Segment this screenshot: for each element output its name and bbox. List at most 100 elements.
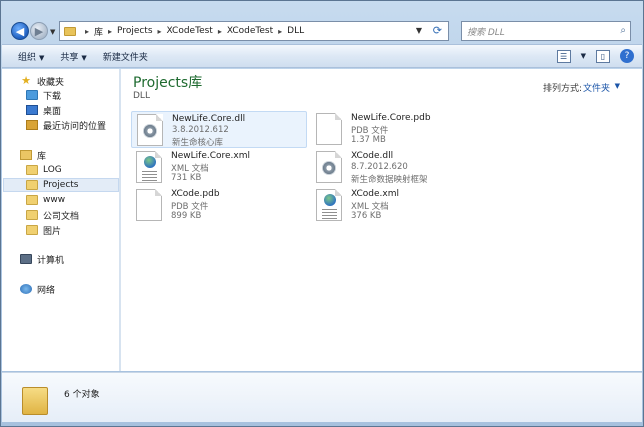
details-pane: 6 个对象 — [2, 372, 642, 422]
file-description: 新生命核心库 — [172, 138, 224, 148]
library-subtitle: DLL — [133, 91, 150, 101]
file-name: NewLife.Core.pdb — [351, 113, 431, 123]
folder-icon — [26, 195, 38, 205]
file-name: NewLife.Core.xml — [171, 151, 250, 161]
nav-company-docs[interactable]: 公司文档 — [26, 208, 120, 222]
computer-icon — [20, 254, 32, 264]
file-item[interactable]: XCode.pdb PDB 文件 899 KB — [131, 187, 307, 224]
nav-www-label: www — [43, 195, 66, 205]
view-controls: ☰ ▼ ▯ ? — [556, 49, 634, 63]
breadcrumb-xcodetest-inner[interactable]: XCodeTest — [227, 26, 273, 36]
breadcrumb-projects[interactable]: Projects — [117, 26, 152, 36]
arrow-right-icon: ▶ — [34, 24, 44, 38]
folder-icon — [26, 210, 38, 220]
nav-pictures[interactable]: 图片 — [26, 223, 120, 237]
forward-button[interactable]: ▶ — [30, 22, 48, 40]
new-folder-button[interactable]: 新建文件夹 — [103, 50, 148, 63]
chevron-right-icon[interactable]: ▸ — [85, 27, 89, 36]
navigation-pane: ★ 收藏夹 下载 桌面 最近访问的位置 库 LOG Projects www 公… — [2, 69, 120, 371]
address-bar[interactable]: ▸ 库 ▸ Projects ▸ XCodeTest ▸ XCodeTest ▸… — [59, 21, 449, 41]
pictures-folder-icon — [26, 225, 38, 235]
nav-www[interactable]: www — [26, 193, 120, 207]
blank-file-icon — [136, 189, 162, 221]
star-icon: ★ — [21, 74, 31, 87]
search-input[interactable]: 搜索 DLL ⌕ — [461, 21, 631, 41]
breadcrumb-dll[interactable]: DLL — [287, 26, 304, 36]
file-item[interactable]: XCode.xml XML 文档 376 KB — [311, 187, 487, 224]
view-options-icon[interactable]: ☰ — [556, 49, 571, 63]
nav-projects[interactable]: Projects — [3, 178, 119, 192]
file-size: 899 KB — [171, 211, 202, 221]
share-button[interactable]: 共享 ▼ — [60, 50, 86, 63]
chevron-right-icon[interactable]: ▸ — [158, 27, 162, 36]
arrow-left-icon: ◀ — [15, 24, 25, 38]
dll-gear-icon — [316, 151, 342, 183]
nav-favorites-label: 收藏夹 — [37, 77, 65, 88]
address-dropdown-icon[interactable]: ▼ — [416, 26, 422, 35]
recent-pages-dropdown[interactable]: ▼ — [50, 28, 55, 36]
file-item[interactable]: XCode.dll 8.7.2012.620 新生命数据映射框架 — [311, 149, 487, 186]
file-name: NewLife.Core.dll — [172, 114, 246, 124]
address-row: ◀ ▶ ▼ ▸ 库 ▸ Projects ▸ XCodeTest ▸ XCode… — [1, 1, 643, 41]
file-name: XCode.xml — [351, 189, 400, 199]
organize-button[interactable]: 组织 ▼ — [18, 50, 44, 63]
back-button[interactable]: ◀ — [11, 22, 29, 40]
breadcrumb-library[interactable]: 库 — [94, 25, 103, 38]
nav-desktop-label: 桌面 — [43, 106, 62, 117]
chevron-down-icon: ▼ — [81, 53, 87, 62]
arrange-by-dropdown[interactable]: 文件夹 — [583, 81, 610, 94]
file-item[interactable]: NewLife.Core.xml XML 文档 731 KB — [131, 149, 307, 186]
chevron-down-icon[interactable]: ▼ — [615, 82, 620, 90]
breadcrumb-xcodetest[interactable]: XCodeTest — [167, 26, 213, 36]
nav-pictures-label: 图片 — [43, 226, 62, 237]
dll-gear-icon — [137, 114, 163, 146]
library-folder-icon — [64, 26, 76, 36]
refresh-icon[interactable]: ⟳ — [433, 24, 442, 37]
file-name: XCode.pdb — [171, 189, 220, 199]
nav-downloads-label: 下载 — [43, 91, 62, 102]
file-name: XCode.dll — [351, 151, 394, 161]
network-icon — [20, 284, 32, 294]
chevron-right-icon[interactable]: ▸ — [278, 27, 282, 36]
xml-file-icon — [316, 189, 342, 221]
help-icon[interactable]: ? — [620, 49, 634, 63]
nav-company-docs-label: 公司文档 — [43, 211, 80, 222]
file-size: 1.37 MB — [351, 135, 386, 145]
arrange-by-label: 排列方式: — [542, 84, 582, 94]
file-list-pane: Projects库 DLL 排列方式: 文件夹 ▼ NewLife.Core.d… — [121, 69, 642, 371]
file-size: 731 KB — [171, 173, 202, 183]
nav-network-label: 网络 — [37, 285, 56, 296]
chevron-right-icon[interactable]: ▸ — [218, 27, 222, 36]
chevron-down-icon[interactable]: ▼ — [581, 52, 586, 60]
command-bar: 组织 ▼ 共享 ▼ 新建文件夹 ☰ ▼ ▯ ? — [2, 44, 642, 68]
organize-label: 组织 — [18, 52, 37, 63]
nav-computer-label: 计算机 — [37, 255, 65, 266]
file-item[interactable]: NewLife.Core.dll 3.8.2012.612 新生命核心库 — [131, 111, 307, 148]
folder-icon — [22, 387, 48, 415]
desktop-icon — [26, 105, 38, 115]
search-placeholder: 搜索 DLL — [467, 28, 505, 38]
folder-icon — [26, 180, 38, 190]
file-version: 8.7.2012.620 — [351, 162, 408, 172]
library-icon — [20, 150, 32, 160]
recent-places-icon — [26, 120, 38, 130]
share-label: 共享 — [60, 52, 79, 63]
file-version: 3.8.2012.612 — [172, 125, 229, 135]
nav-recent-label: 最近访问的位置 — [43, 121, 107, 132]
xml-file-icon — [136, 151, 162, 183]
search-icon[interactable]: ⌕ — [620, 25, 626, 36]
library-title: Projects库 — [133, 75, 203, 91]
nav-projects-label: Projects — [43, 180, 79, 190]
file-item[interactable]: NewLife.Core.pdb PDB 文件 1.37 MB — [311, 111, 487, 148]
nav-log-label: LOG — [43, 165, 62, 175]
file-size: 376 KB — [351, 211, 382, 221]
preview-pane-icon[interactable]: ▯ — [596, 49, 610, 63]
chevron-right-icon[interactable]: ▸ — [108, 27, 112, 36]
nav-library-label: 库 — [37, 151, 47, 162]
item-count: 6 个对象 — [64, 390, 100, 400]
file-description: 新生命数据映射框架 — [351, 175, 428, 185]
blank-file-icon — [316, 113, 342, 145]
nav-log[interactable]: LOG — [26, 163, 120, 177]
folder-icon — [26, 165, 38, 175]
downloads-folder-icon — [26, 90, 38, 100]
